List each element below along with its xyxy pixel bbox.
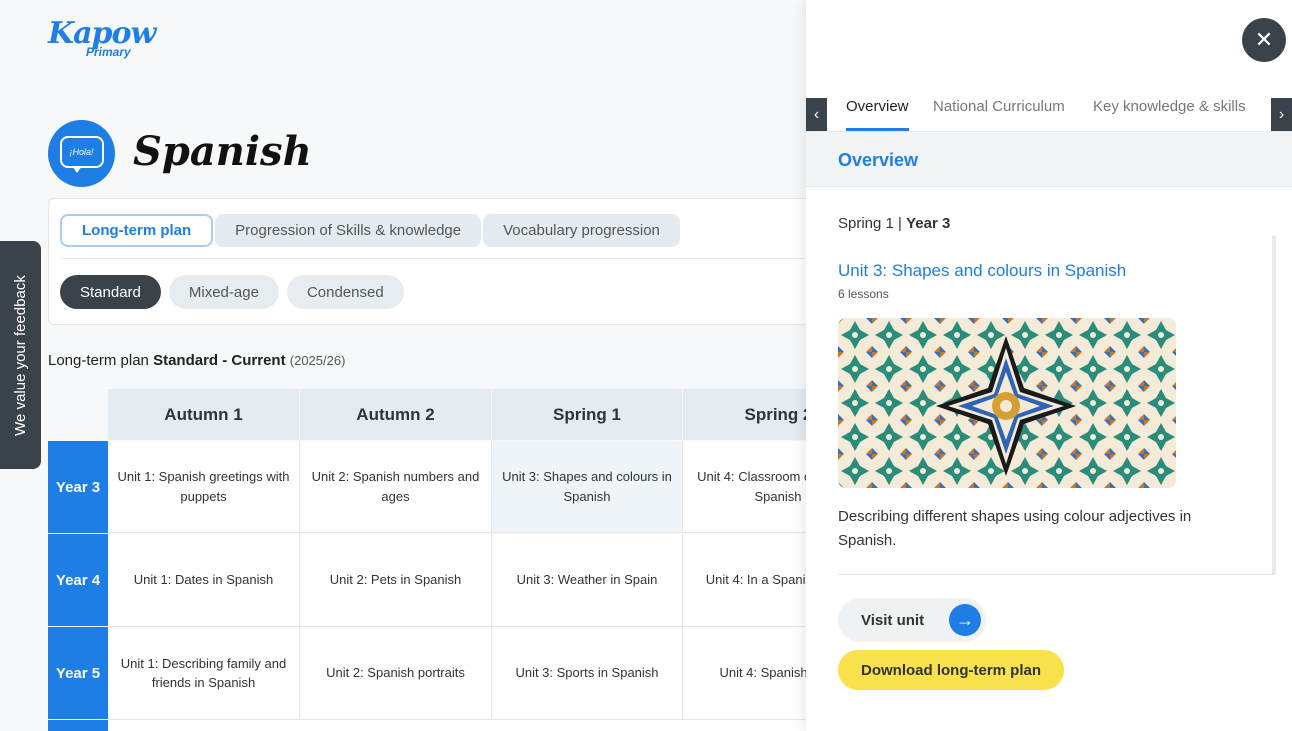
- tab-vocabulary-progression[interactable]: Vocabulary progression: [483, 214, 680, 247]
- page-title: Spanish: [133, 128, 312, 175]
- drawer-divider: [838, 574, 1274, 575]
- plan-caption-prefix: Long-term plan: [48, 352, 149, 369]
- brand-sub: Primary: [86, 45, 131, 59]
- speech-bubble-icon: ¡Hola!: [48, 120, 115, 187]
- drawer-tab-national-curriculum[interactable]: National Curriculum: [933, 98, 1065, 115]
- drawer-tab-overview[interactable]: Overview: [846, 98, 909, 131]
- drawer-tabs: ‹ Overview National Curriculum Key knowl…: [806, 88, 1292, 132]
- tab-progression-skills[interactable]: Progression of Skills & knowledge: [215, 214, 482, 247]
- chevron-left-icon: ‹: [813, 105, 820, 123]
- feedback-label: We value your feedback: [12, 274, 29, 436]
- tabs-scroll-left-button[interactable]: ‹: [806, 98, 827, 131]
- tab-long-term-plan[interactable]: Long-term plan: [60, 214, 214, 247]
- row-header-year-4: Year 4: [48, 534, 108, 626]
- unit-details-drawer: ✕ ‹ Overview National Curriculum Key kno…: [806, 0, 1292, 731]
- table-cell[interactable]: Unit 2: Pets in Spanish: [300, 534, 492, 627]
- close-button[interactable]: ✕: [1242, 18, 1286, 62]
- table-cell[interactable]: Unit 2: Spanish portraits: [300, 627, 492, 720]
- arrow-right-icon: →: [949, 604, 981, 636]
- plan-caption-version: Standard - Current: [153, 352, 286, 369]
- chevron-right-icon: ›: [1278, 105, 1285, 123]
- table-row-partial: [108, 720, 874, 731]
- table-cell[interactable]: Unit 1: Spanish greetings with puppets: [108, 441, 300, 533]
- visit-unit-button[interactable]: Visit unit →: [838, 598, 986, 642]
- term-text: Spring 1 |: [838, 215, 902, 232]
- section-header: Overview: [806, 132, 1292, 187]
- unit-image: [838, 318, 1176, 488]
- table-cell-selected[interactable]: Unit 3: Shapes and colours in Spanish: [492, 441, 683, 533]
- table-cell[interactable]: Unit 1: Describing family and friends in…: [108, 627, 300, 720]
- drawer-tab-key-knowledge[interactable]: Key knowledge & skills: [1093, 98, 1246, 115]
- kapow-logo[interactable]: Kapow Primary: [48, 16, 156, 62]
- feedback-tab[interactable]: We value your feedback: [0, 241, 41, 469]
- variant-mixed-age-button[interactable]: Mixed-age: [168, 275, 279, 309]
- download-long-term-plan-button[interactable]: Download long-term plan: [838, 650, 1064, 690]
- close-icon: ✕: [1254, 27, 1274, 52]
- speech-bubble-text: ¡Hola!: [59, 135, 104, 173]
- row-header-year-3: Year 3: [48, 441, 108, 533]
- drawer-scrollbar[interactable]: [1272, 235, 1276, 575]
- unit-title-link[interactable]: Unit 3: Shapes and colours in Spanish: [838, 261, 1126, 281]
- table-cell[interactable]: Unit 3: Weather in Spain: [492, 534, 683, 627]
- plan-options-panel: Long-term plan Progression of Skills & k…: [48, 198, 848, 325]
- header-spring-1: Spring 1: [492, 389, 682, 440]
- table-cell[interactable]: Unit 1: Dates in Spanish: [108, 534, 300, 627]
- header-autumn-1: Autumn 1: [108, 389, 299, 440]
- variant-standard-button[interactable]: Standard: [60, 275, 161, 309]
- header-autumn-2: Autumn 2: [300, 389, 491, 440]
- row-header-year-5: Year 5: [48, 627, 108, 719]
- term-year: Year 3: [906, 215, 951, 232]
- panel-divider: [60, 258, 847, 259]
- visit-unit-label: Visit unit: [861, 611, 925, 629]
- row-header-partial: [48, 720, 108, 731]
- table-cell[interactable]: Unit 3: Sports in Spanish: [492, 627, 683, 720]
- tabs-scroll-right-button[interactable]: ›: [1271, 98, 1292, 131]
- term-label: Spring 1 | Year 3: [838, 215, 950, 232]
- plan-tabs: Long-term plan Progression of Skills & k…: [60, 214, 680, 247]
- unit-description: Describing different shapes using colour…: [838, 508, 1192, 549]
- plan-variants: Standard Mixed-age Condensed: [60, 275, 404, 309]
- table-cell[interactable]: Unit 2: Spanish numbers and ages: [300, 441, 492, 533]
- lesson-count: 6 lessons: [838, 287, 889, 301]
- plan-caption: Long-term plan Standard - Current (2025/…: [48, 352, 345, 369]
- variant-condensed-button[interactable]: Condensed: [286, 275, 404, 309]
- section-title: Overview: [838, 150, 919, 170]
- plan-caption-year: (2025/26): [289, 353, 346, 368]
